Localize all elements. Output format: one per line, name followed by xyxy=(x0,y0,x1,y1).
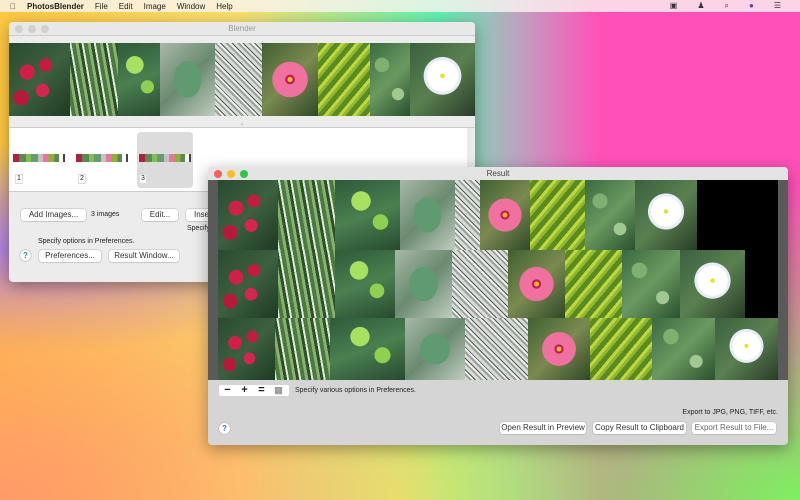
photo-tile-shrub xyxy=(622,250,680,318)
help-button[interactable]: ? xyxy=(219,423,230,434)
photo-tile-palm xyxy=(565,250,622,318)
photo-tile-palm xyxy=(590,318,652,380)
photo-tile-ivy xyxy=(118,43,160,116)
menu-help[interactable]: Help xyxy=(216,2,232,11)
specify-note-partial: Specify xyxy=(187,225,210,232)
photo-tile-pink xyxy=(508,250,565,318)
add-images-button[interactable]: Add Images... xyxy=(21,209,86,221)
photo-tile-palm xyxy=(530,180,585,250)
thumbnail-image xyxy=(13,154,65,162)
open-in-preview-button[interactable]: Open Result in Preview xyxy=(500,422,586,434)
photo-tile-palm xyxy=(318,43,370,116)
photo-tile-pink xyxy=(480,180,530,250)
photo-tile-grass xyxy=(275,318,330,380)
preferences-button[interactable]: Preferences... xyxy=(39,250,101,262)
close-button[interactable] xyxy=(15,25,23,33)
photo-tile-pink xyxy=(262,43,318,116)
actual-size-icon[interactable]: ▦ xyxy=(270,385,287,396)
photo-tile-pink xyxy=(528,318,590,380)
siri-icon[interactable]: ● xyxy=(749,1,754,11)
minimize-button[interactable] xyxy=(28,25,36,33)
user-icon[interactable]: ♟ xyxy=(697,1,704,11)
minimize-button[interactable] xyxy=(227,170,235,178)
photo-tile-berries xyxy=(218,318,275,380)
photo-tile-grass xyxy=(278,250,335,318)
menu-window[interactable]: Window xyxy=(177,2,205,11)
options-note: Specify various options in Preferences. xyxy=(295,387,417,394)
search-icon[interactable]: ⌕ xyxy=(725,1,729,11)
photo-tile-heart xyxy=(405,318,465,380)
photo-tile-dusty xyxy=(455,180,480,250)
menu-file[interactable]: File xyxy=(95,2,108,11)
menu-app-name[interactable]: PhotosBlender xyxy=(27,2,84,11)
notification-center-icon[interactable]: ☰ xyxy=(774,1,781,11)
photo-tile-shrub xyxy=(652,318,715,380)
zoom-in-button[interactable]: + xyxy=(236,385,253,396)
window-title: Result xyxy=(486,169,510,178)
copy-to-clipboard-button[interactable]: Copy Result to Clipboard xyxy=(593,422,686,434)
zoom-button[interactable] xyxy=(240,170,248,178)
photo-tile-berries xyxy=(218,250,278,318)
export-to-file-button[interactable]: Export Result to File... xyxy=(692,422,776,434)
photo-tile-grass xyxy=(278,180,335,250)
edit-button[interactable]: Edit... xyxy=(142,209,178,221)
photo-tile-ivy xyxy=(330,318,405,380)
result-image-view[interactable] xyxy=(208,180,788,380)
apple-menu-icon[interactable]:  xyxy=(10,2,16,11)
photo-tile-white xyxy=(635,180,697,250)
zoom-controls: − + = ▦ xyxy=(219,385,289,396)
photo-tile-heart xyxy=(395,250,452,318)
result-window-button[interactable]: Result Window... xyxy=(109,250,179,262)
blended-strip-preview xyxy=(9,43,475,116)
blender-titlebar[interactable]: Blender xyxy=(9,22,475,36)
photo-tile-dusty xyxy=(465,318,528,380)
menu-image[interactable]: Image xyxy=(144,2,166,11)
photo-tile-black xyxy=(745,250,778,318)
photo-tile-ivy xyxy=(335,180,400,250)
photo-tile-shrub xyxy=(585,180,635,250)
close-button[interactable] xyxy=(214,170,222,178)
thumbnail-item[interactable]: 1 xyxy=(13,132,65,188)
menu-edit[interactable]: Edit xyxy=(119,2,133,11)
photo-tile-white xyxy=(715,318,778,380)
thumbnail-item-selected[interactable]: 3 xyxy=(137,132,193,188)
zoom-out-button[interactable]: − xyxy=(219,385,236,396)
zoom-fit-button[interactable]: = xyxy=(253,385,270,396)
photo-tile-berries xyxy=(218,180,278,250)
photo-tile-dusty xyxy=(452,250,508,318)
export-note: Export to JPG, PNG, TIFF, etc. xyxy=(682,409,778,416)
result-titlebar[interactable]: Result xyxy=(208,167,788,181)
result-window: Result − + = ▦ Specify various options i… xyxy=(208,167,788,445)
photo-tile-grass xyxy=(70,43,118,116)
photo-tile-shrub xyxy=(370,43,410,116)
display-icon[interactable]: ▣ xyxy=(670,1,678,11)
thumbnail-item[interactable]: 2 xyxy=(76,132,128,188)
thumbnail-image xyxy=(139,154,191,162)
photo-tile-dusty xyxy=(215,43,262,116)
photo-tile-white xyxy=(680,250,745,318)
window-title: Blender xyxy=(228,24,256,33)
photo-tile-berries xyxy=(9,43,70,116)
photo-tile-heart xyxy=(400,180,455,250)
image-count: 3 images xyxy=(91,211,120,218)
photo-tile-heart xyxy=(160,43,215,116)
options-note: Specify options in Preferences. xyxy=(38,238,135,245)
thumbnail-image xyxy=(76,154,128,162)
menu-bar:  PhotosBlender File Edit Image Window H… xyxy=(0,0,800,12)
help-button[interactable]: ? xyxy=(20,250,31,261)
photo-tile-ivy xyxy=(335,250,395,318)
photo-tile-black xyxy=(697,180,778,250)
photo-tile-white xyxy=(410,43,475,116)
zoom-button[interactable] xyxy=(41,25,49,33)
